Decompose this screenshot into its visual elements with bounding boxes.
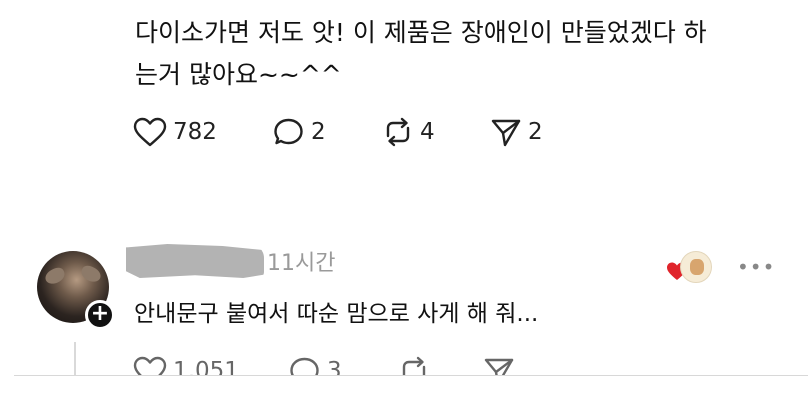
paper-plane-icon [491,119,521,147]
ellipsis-icon: ••• [737,255,776,279]
bottom-bar-area [14,376,808,417]
divider [14,375,808,376]
post-text: 다이소가면 저도 앗! 이 제품은 장애인이 만들었겠다 하 는거 많아요~~^… [135,12,795,96]
post-text-line-2: 는거 많아요~~^^ [135,60,342,89]
redacted-username [126,244,264,278]
reactor-avatar [680,251,712,283]
comment-count: 2 [311,119,326,145]
reply-text: 안내문구 붙여서 따순 맘으로 사게 해 줘... [134,301,539,327]
like-button[interactable]: 782 [133,117,217,147]
reply-timestamp: 11시간 [267,251,336,276]
more-options-button[interactable]: ••• [737,257,775,277]
post-text-line-1: 다이소가면 저도 앗! 이 제품은 장애인이 만들었겠다 하 [135,18,707,47]
comment-button[interactable]: 2 [273,117,326,147]
heart-outline-icon [133,117,167,147]
like-count: 782 [173,119,217,145]
repost-count: 4 [420,119,435,145]
repost-button[interactable]: 4 [382,117,435,147]
follow-button[interactable]: + [85,300,115,330]
repost-arrows-icon [386,117,410,147]
plus-icon: + [90,301,110,326]
share-button[interactable]: 2 [490,117,543,147]
speech-bubble-icon [274,118,303,145]
share-count: 2 [528,119,543,145]
